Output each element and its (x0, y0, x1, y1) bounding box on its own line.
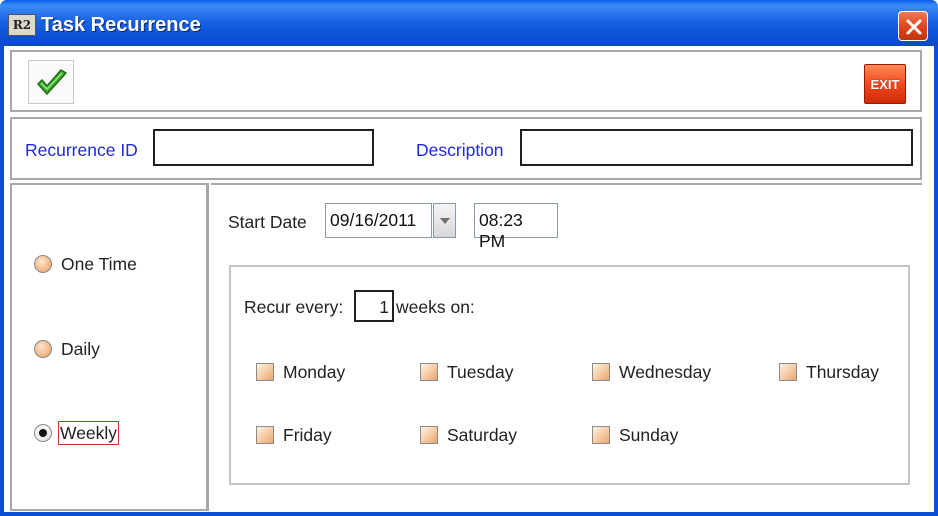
recur-every-input[interactable]: 1 (354, 290, 394, 322)
checkbox-tuesday[interactable] (420, 363, 438, 381)
description-label: Description (416, 140, 504, 160)
task-recurrence-window: R2 Task Recurrence EXIT Recurrence ID De… (0, 0, 938, 516)
day-saturday[interactable]: Saturday (420, 423, 517, 447)
day-label-friday: Friday (283, 424, 332, 445)
checkbox-friday[interactable] (256, 426, 274, 444)
day-label-sunday: Sunday (619, 424, 679, 445)
title-bar[interactable]: R2 Task Recurrence (0, 0, 938, 46)
checkbox-monday[interactable] (256, 363, 274, 381)
recurrence-type-panel: One Time Daily Weekly (10, 183, 209, 511)
radio-label-one-time: One Time (61, 253, 137, 274)
toolbar: EXIT (10, 50, 922, 112)
radio-label-daily: Daily (61, 338, 100, 359)
ok-button[interactable] (28, 60, 74, 104)
checkbox-thursday[interactable] (779, 363, 797, 381)
radio-button-one-time[interactable] (34, 255, 52, 273)
recurrence-id-label: Recurrence ID (25, 140, 138, 160)
dialog-client-area: EXIT Recurrence ID Description One Time … (4, 46, 934, 512)
checkbox-wednesday[interactable] (592, 363, 610, 381)
day-label-monday: Monday (283, 361, 346, 382)
exit-button[interactable]: EXIT (864, 64, 906, 104)
recur-every-label: Recur every: (244, 297, 344, 317)
window-title: Task Recurrence (41, 14, 201, 36)
date-dropdown-button[interactable] (433, 203, 456, 238)
day-label-tuesday: Tuesday (447, 361, 514, 382)
day-friday[interactable]: Friday (256, 423, 332, 447)
checkbox-sunday[interactable] (592, 426, 610, 444)
day-label-thursday: Thursday (806, 361, 879, 382)
start-date-label: Start Date (228, 212, 307, 232)
day-label-wednesday: Wednesday (619, 361, 712, 382)
start-time-field[interactable]: 08:23 PM (474, 203, 558, 251)
close-button[interactable] (898, 11, 928, 41)
radio-daily[interactable]: Daily (34, 336, 100, 362)
radio-button-weekly[interactable] (34, 424, 52, 442)
day-sunday[interactable]: Sunday (592, 423, 678, 447)
exit-icon-label: EXIT (870, 77, 900, 92)
day-thursday[interactable]: Thursday (779, 360, 879, 384)
schedule-panel: Start Date 09/16/2011 08:23 PM Recur eve… (211, 183, 922, 511)
weeks-on-label: weeks on: (396, 297, 475, 317)
description-input[interactable] (520, 129, 913, 166)
recurrence-id-input[interactable] (153, 129, 374, 166)
day-tuesday[interactable]: Tuesday (420, 360, 513, 384)
day-label-saturday: Saturday (447, 424, 518, 445)
day-wednesday[interactable]: Wednesday (592, 360, 711, 384)
radio-weekly[interactable]: Weekly (34, 420, 120, 446)
weekly-options-group: Recur every: 1 weeks on: Monday Tuesday … (229, 265, 910, 485)
checkbox-saturday[interactable] (420, 426, 438, 444)
radio-button-daily[interactable] (34, 340, 52, 358)
green-checkmark-icon (37, 69, 67, 95)
radio-one-time[interactable]: One Time (34, 251, 137, 277)
start-date-field[interactable]: 09/16/2011 (325, 203, 432, 238)
recurrence-header-panel: Recurrence ID Description (10, 117, 922, 180)
radio-label-weekly: Weekly (58, 421, 120, 445)
close-icon (906, 19, 922, 35)
app-icon: R2 (8, 14, 36, 36)
day-monday[interactable]: Monday (256, 360, 345, 384)
